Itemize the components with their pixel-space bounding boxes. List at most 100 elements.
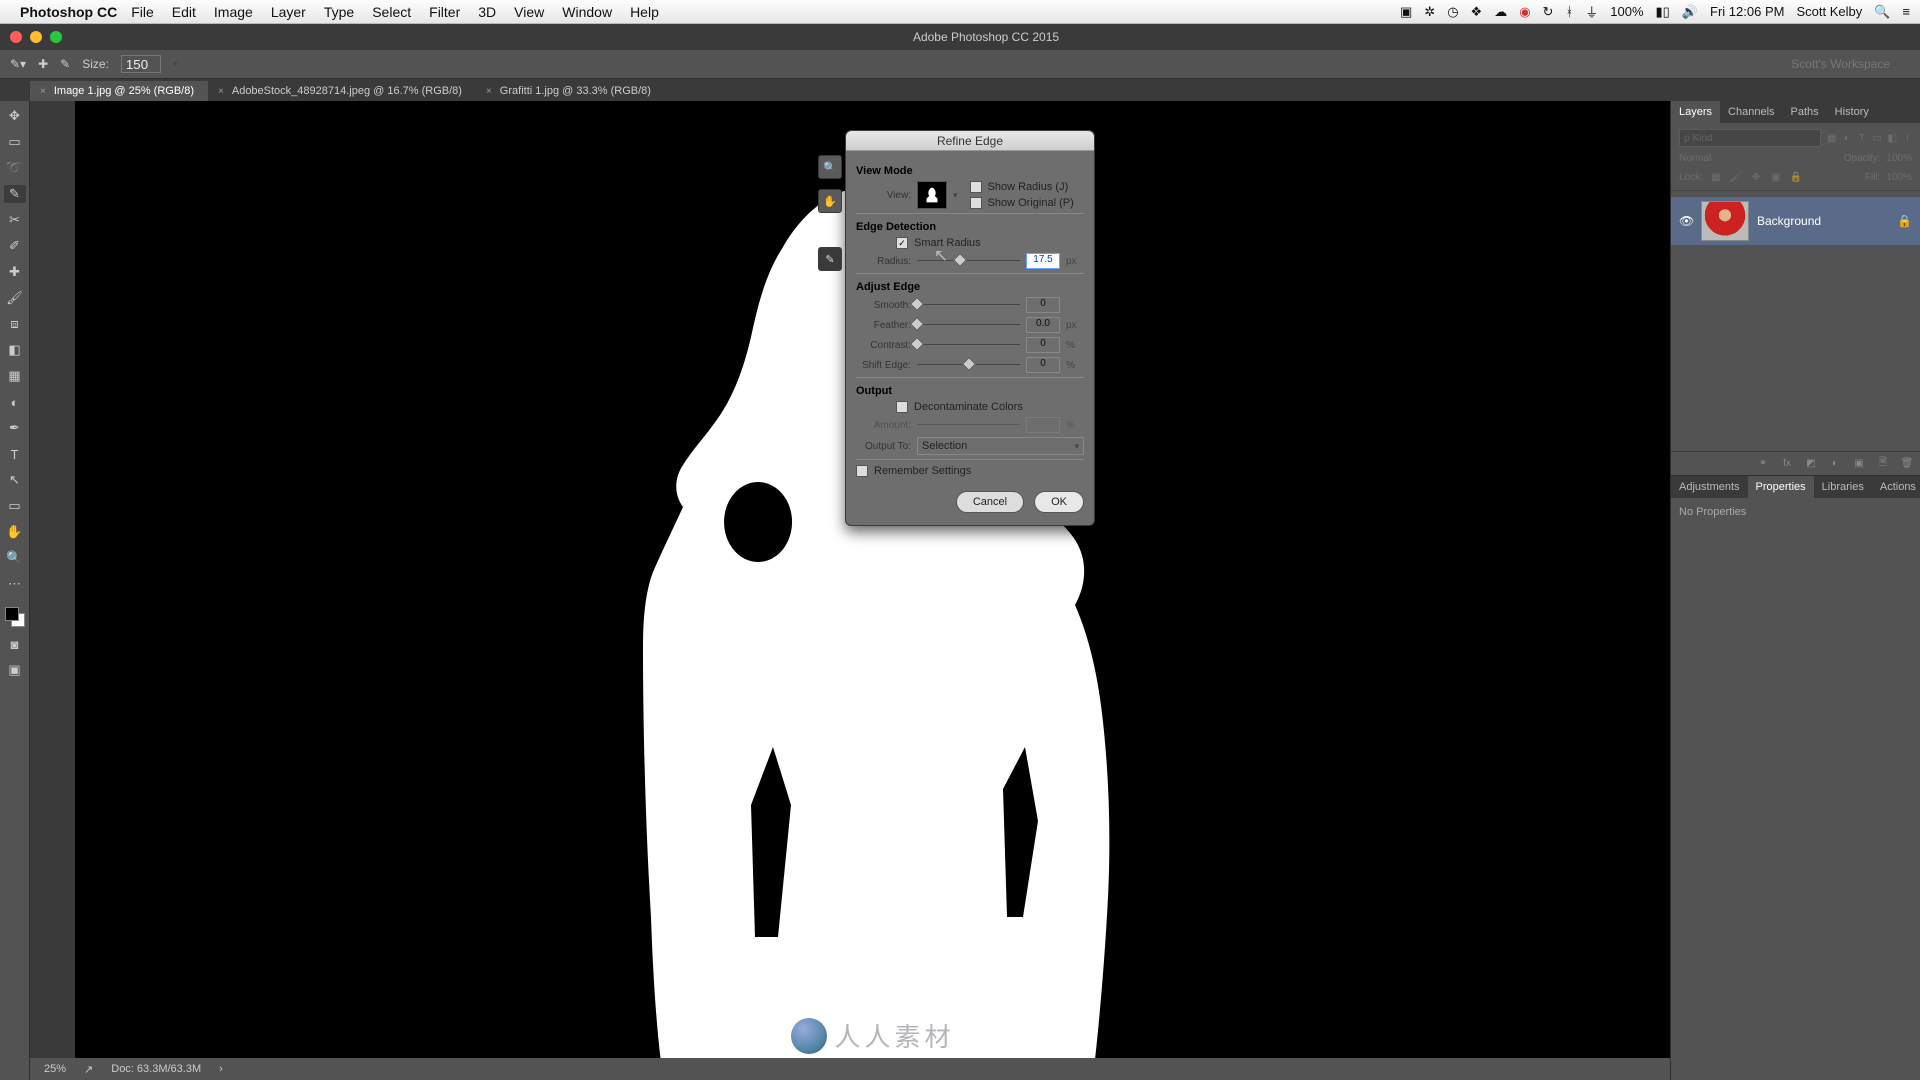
menu-3d[interactable]: 3D (478, 4, 496, 20)
tool-brush-icon[interactable]: ✎▾ (10, 57, 26, 71)
menu-edit[interactable]: Edit (172, 4, 196, 20)
lock-transparent-icon[interactable]: ▦ (1709, 170, 1723, 184)
show-radius-checkbox[interactable] (970, 181, 982, 193)
dialog-refine-brush-tool-icon[interactable]: ✎ (818, 247, 842, 271)
radius-value[interactable]: 17.5 (1026, 253, 1060, 269)
lock-artboard-icon[interactable]: ▣ (1769, 170, 1783, 184)
close-icon[interactable]: × (40, 86, 46, 97)
doc-tab-1[interactable]: × Image 1.jpg @ 25% (RGB/8) (30, 81, 208, 101)
menu-select[interactable]: Select (372, 4, 411, 20)
tool-minus-brush-icon[interactable]: ✎ (60, 57, 70, 71)
view-mode-dropdown-icon[interactable]: ▾ (953, 190, 958, 201)
eyedropper-tool-icon[interactable]: ✐ (4, 237, 26, 255)
dodge-tool-icon[interactable]: ◐ (4, 393, 26, 411)
remember-settings-checkbox[interactable] (856, 465, 868, 477)
adjust-value[interactable]: 0 (1026, 337, 1060, 353)
tab-actions[interactable]: Actions (1872, 476, 1920, 498)
filter-type-icon[interactable]: T (1857, 131, 1866, 145)
menu-view[interactable]: View (514, 4, 544, 20)
screen-mode-icon[interactable]: ▣ (4, 661, 26, 679)
lock-all-icon[interactable]: 🔒 (1789, 170, 1803, 184)
dialog-zoom-tool-icon[interactable]: 🔍 (818, 155, 842, 179)
chevron-right-icon[interactable]: › (219, 1063, 223, 1075)
gradient-tool-icon[interactable]: ▦ (4, 367, 26, 385)
camera-icon[interactable]: ▣ (1400, 4, 1412, 20)
menu-file[interactable]: File (131, 4, 154, 20)
app-name[interactable]: Photoshop CC (20, 4, 117, 20)
shield-icon[interactable]: ◉ (1519, 4, 1530, 20)
minimize-window-icon[interactable] (30, 31, 42, 43)
menu-filter[interactable]: Filter (429, 4, 460, 20)
clock-icon[interactable]: ◷ (1447, 4, 1458, 20)
more-tools-icon[interactable]: ⋯ (4, 575, 26, 593)
smart-radius-checkbox[interactable] (896, 237, 908, 249)
type-tool-icon[interactable]: T (4, 445, 26, 463)
evernote-icon[interactable]: ❖ (1471, 4, 1483, 20)
menu-icon[interactable]: ≡ (1902, 4, 1910, 19)
menu-image[interactable]: Image (214, 4, 253, 20)
group-icon[interactable]: ▣ (1852, 457, 1866, 471)
fill-value[interactable]: 100% (1886, 172, 1912, 183)
brush-size-input[interactable] (121, 55, 161, 73)
opacity-value[interactable]: 100% (1886, 153, 1912, 164)
filter-pixel-icon[interactable]: ▦ (1827, 131, 1836, 145)
menubar-time[interactable]: Fri 12:06 PM (1710, 4, 1784, 19)
adjust-value[interactable]: 0.0 (1026, 317, 1060, 333)
crop-tool-icon[interactable]: ✂ (4, 211, 26, 229)
sync-icon[interactable]: ↻ (1543, 4, 1554, 20)
path-tool-icon[interactable]: ↖ (4, 471, 26, 489)
tab-paths[interactable]: Paths (1783, 101, 1827, 123)
output-to-select[interactable]: Selection ▾ (917, 437, 1084, 455)
blend-mode-select[interactable]: Normal (1679, 153, 1838, 164)
pen-tool-icon[interactable]: ✒ (4, 419, 26, 437)
adjust-slider[interactable] (917, 359, 1020, 371)
tab-layers[interactable]: Layers (1671, 101, 1720, 123)
doc-size[interactable]: Doc: 63.3M/63.3M (111, 1063, 201, 1075)
marquee-tool-icon[interactable]: ▭ (4, 133, 26, 151)
new-layer-icon[interactable]: 🗎 (1876, 457, 1890, 471)
adjustment-layer-icon[interactable]: ◐ (1828, 457, 1842, 471)
cloud-icon[interactable]: ☁ (1494, 4, 1507, 20)
brush-size-dropdown-icon[interactable]: ▾ (173, 59, 178, 70)
adjust-value[interactable]: 0 (1026, 297, 1060, 313)
close-window-icon[interactable] (10, 31, 22, 43)
filter-adjust-icon[interactable]: ◐ (1842, 131, 1851, 145)
volume-icon[interactable]: 🔊 (1682, 4, 1698, 20)
show-original-checkbox[interactable] (970, 197, 982, 209)
ok-button[interactable]: OK (1034, 491, 1084, 513)
stamp-tool-icon[interactable]: ⧈ (4, 315, 26, 333)
workspace-label[interactable]: Scott's Workspace (1791, 57, 1910, 71)
cancel-button[interactable]: Cancel (956, 491, 1024, 513)
menubar-user[interactable]: Scott Kelby (1796, 4, 1862, 19)
tab-history[interactable]: History (1827, 101, 1877, 123)
adjust-value[interactable]: 0 (1026, 357, 1060, 373)
tool-plus-brush-icon[interactable]: ✚ (38, 57, 48, 71)
filter-smart-icon[interactable]: ◧ (1888, 131, 1897, 145)
quick-mask-icon[interactable]: ◙ (4, 635, 26, 653)
menu-window[interactable]: Window (562, 4, 612, 20)
lock-icon[interactable]: 🔒 (1897, 214, 1912, 228)
mask-icon[interactable]: ◩ (1804, 457, 1818, 471)
layer-filter-input[interactable] (1679, 129, 1821, 147)
zoom-tool-icon[interactable]: 🔍 (4, 549, 26, 567)
fx-icon[interactable]: fx (1780, 457, 1794, 471)
radius-slider[interactable] (917, 255, 1020, 267)
filter-shape-icon[interactable]: ▭ (1872, 131, 1881, 145)
menu-layer[interactable]: Layer (271, 4, 306, 20)
export-icon[interactable]: ↗ (84, 1063, 93, 1076)
shape-tool-icon[interactable]: ▭ (4, 497, 26, 515)
view-mode-thumbnail[interactable] (917, 181, 947, 209)
menu-type[interactable]: Type (324, 4, 354, 20)
lock-image-icon[interactable]: 🖌 (1729, 170, 1743, 184)
bluetooth-icon[interactable]: ᚼ (1565, 4, 1573, 19)
doc-tab-2[interactable]: × AdobeStock_48928714.jpeg @ 16.7% (RGB/… (208, 81, 476, 101)
doc-tab-3[interactable]: × Grafitti 1.jpg @ 33.3% (RGB/8) (476, 81, 665, 101)
lasso-tool-icon[interactable]: ➰ (4, 159, 26, 177)
layer-thumbnail[interactable] (1701, 201, 1749, 241)
adjust-slider[interactable] (917, 299, 1020, 311)
filter-toggle-icon[interactable]: ⏽ (1903, 131, 1912, 145)
close-icon[interactable]: × (486, 86, 492, 97)
adjust-slider[interactable] (917, 319, 1020, 331)
dialog-hand-tool-icon[interactable]: ✋ (818, 189, 842, 213)
heal-tool-icon[interactable]: ✚ (4, 263, 26, 281)
